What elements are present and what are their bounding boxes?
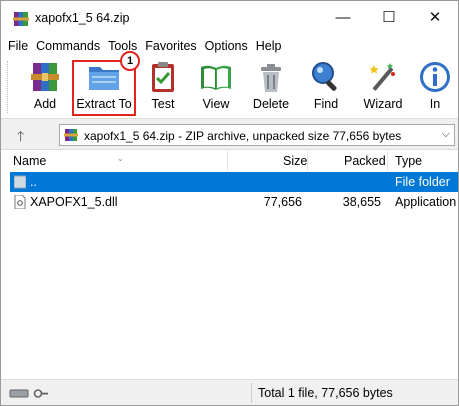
column-divider[interactable] — [307, 151, 308, 171]
info-icon — [420, 62, 450, 92]
column-name[interactable]: Name — [13, 154, 46, 168]
sort-indicator-icon: ⌄ — [117, 154, 124, 163]
test-label: Test — [151, 97, 175, 111]
view-button[interactable]: View — [196, 59, 236, 115]
address-bar-row: 🡑 xapofx1_5 64.zip - ZIP archive, unpack… — [1, 118, 458, 150]
view-book-icon — [201, 65, 231, 90]
status-bar: Total 1 file, 77,656 bytes — [1, 379, 458, 405]
table-row[interactable]: .. File folder — [10, 172, 458, 192]
toolbar: Add Extract To Test View Delete Find Wiz… — [1, 57, 458, 117]
maximize-button[interactable]: ☐ — [366, 1, 412, 33]
step-badge: 1 — [120, 51, 140, 71]
minimize-button[interactable]: — — [320, 1, 366, 33]
menu-bar: File Commands Tools Favorites Options He… — [1, 36, 458, 56]
view-label: View — [202, 97, 230, 111]
address-bar[interactable]: xapofx1_5 64.zip - ZIP archive, unpacked… — [59, 124, 455, 146]
column-type[interactable]: Type — [395, 154, 422, 168]
minimize-icon: — — [335, 8, 351, 26]
menu-options[interactable]: Options — [205, 39, 248, 53]
column-divider[interactable] — [227, 151, 228, 171]
delete-button[interactable]: Delete — [251, 59, 291, 115]
drive-key-icon — [9, 389, 48, 398]
test-clipboard-icon — [152, 62, 174, 92]
toolbar-grip — [7, 61, 9, 113]
list-header: ⌄ Name Size Packed Type — [1, 151, 458, 171]
winrar-app-icon — [13, 12, 29, 26]
menu-favorites[interactable]: Favorites — [145, 39, 196, 53]
close-button[interactable]: ✕ — [412, 1, 458, 33]
row-name: .. — [30, 175, 37, 189]
menu-file[interactable]: File — [8, 39, 28, 53]
column-size[interactable]: Size — [283, 154, 307, 168]
wizard-button[interactable]: Wizard — [361, 59, 405, 115]
close-icon: ✕ — [428, 9, 442, 26]
column-packed[interactable]: Packed — [344, 154, 386, 168]
info-button[interactable]: In — [415, 59, 455, 115]
row-name: XAPOFX1_5.dll — [30, 195, 118, 209]
add-button[interactable]: Add — [25, 59, 65, 115]
row-packed: 38,655 — [342, 195, 381, 209]
archive-icon — [64, 129, 78, 141]
add-archive-icon — [31, 63, 59, 91]
wizard-label: Wizard — [363, 97, 403, 111]
table-row[interactable]: XAPOFX1_5.dll 77,656 38,655 Application — [10, 192, 458, 212]
file-list: ⌄ Name Size Packed Type .. File folder X… — [1, 151, 458, 379]
maximize-icon: ☐ — [382, 9, 396, 26]
dll-file-icon — [14, 195, 26, 209]
info-label: In — [429, 97, 441, 111]
status-text: Total 1 file, 77,656 bytes — [258, 386, 393, 400]
folder-icon — [14, 175, 26, 189]
winrar-window: xapofx1_5 64.zip — ☐ ✕ File Commands Too… — [0, 0, 459, 406]
menu-help[interactable]: Help — [256, 39, 282, 53]
chevron-down-icon[interactable]: ⌵ — [442, 128, 450, 141]
magnifier-icon — [312, 62, 337, 91]
row-type: File folder — [395, 175, 450, 189]
title-bar: xapofx1_5 64.zip — ☐ ✕ — [1, 1, 458, 35]
find-button[interactable]: Find — [306, 59, 346, 115]
status-divider — [251, 383, 252, 403]
test-button[interactable]: Test — [143, 59, 183, 115]
row-size: 77,656 — [263, 195, 302, 209]
column-divider[interactable] — [387, 151, 388, 171]
wand-icon — [369, 63, 395, 91]
address-text: xapofx1_5 64.zip - ZIP archive, unpacked… — [84, 129, 402, 143]
up-folder-icon[interactable]: 🡑 — [17, 126, 24, 150]
find-label: Find — [313, 97, 339, 111]
delete-label: Delete — [252, 97, 290, 111]
window-title: xapofx1_5 64.zip — [35, 11, 130, 25]
menu-commands[interactable]: Commands — [36, 39, 100, 53]
row-type: Application — [395, 195, 457, 209]
add-label: Add — [33, 97, 57, 111]
trash-icon — [261, 64, 281, 92]
